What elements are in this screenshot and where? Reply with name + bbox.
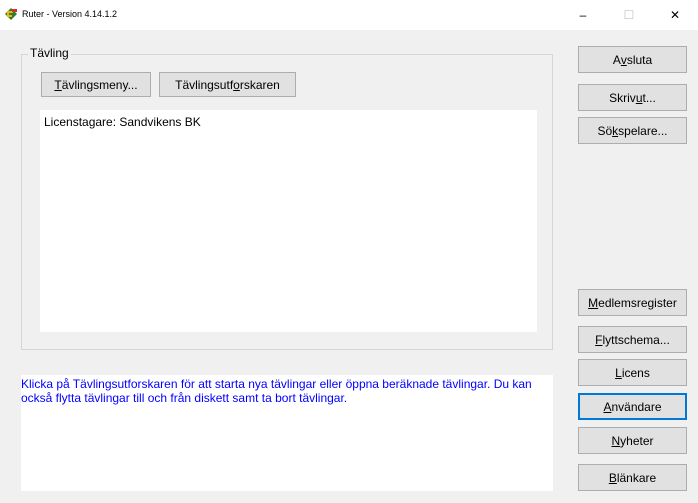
move-schedule-button[interactable]: Flyttschema... [578,326,687,353]
title-bar: Ruter - Version 4.14.1.2 – ☐ ✕ [0,0,698,30]
licensee-text: Licenstagare: Sandvikens BK [44,115,201,129]
competition-menu-button[interactable]: Tävlingsmeny... [41,72,151,97]
maximize-icon: ☐ [623,8,635,22]
info-box: Klicka på Tävlingsutforskaren för att st… [21,375,553,491]
print-button[interactable]: Skriv u t... [578,84,687,111]
license-button[interactable]: Licens [578,359,687,386]
forms-button[interactable]: Blänkare [578,464,687,491]
maximize-button[interactable]: ☐ [606,0,652,30]
news-button[interactable]: Nyheter [578,427,687,454]
competition-explorer-button[interactable]: Tävlingsutf o rskaren [159,72,296,97]
member-register-button[interactable]: Medlemsregister [578,289,687,316]
info-text: Klicka på Tävlingsutforskaren för att st… [21,377,532,405]
app-logo-icon [4,7,18,21]
licensee-list: Licenstagare: Sandvikens BK [40,110,537,332]
search-player-button[interactable]: Sö k spelare... [578,117,687,144]
minimize-button[interactable]: – [560,0,606,30]
user-button[interactable]: Användare [578,393,687,420]
window-title: Ruter - Version 4.14.1.2 [22,9,118,19]
quit-button[interactable]: Av sluta [578,46,687,73]
close-button[interactable]: ✕ [652,0,698,30]
minimize-icon: – [579,8,587,22]
competition-group-label: Tävling [28,46,71,60]
close-icon: ✕ [669,8,681,22]
